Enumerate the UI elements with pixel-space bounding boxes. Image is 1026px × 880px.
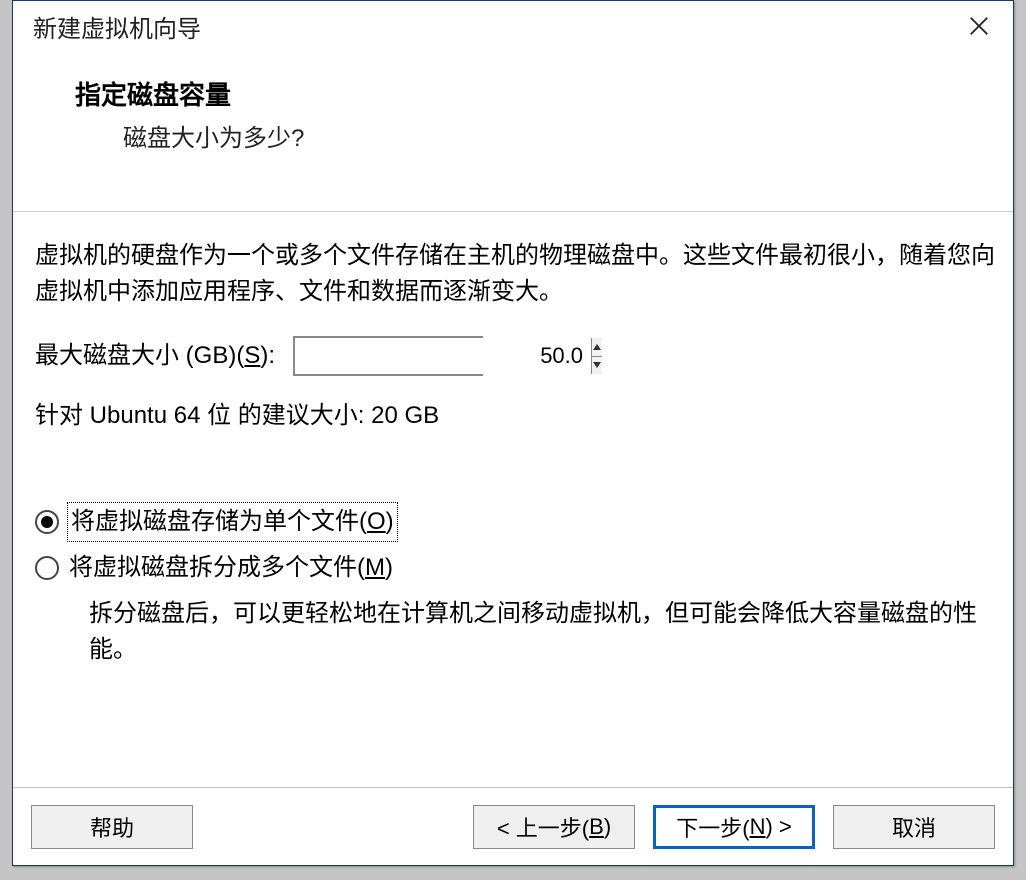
disk-store-radio-group: 将虚拟磁盘存储为单个文件(O) 将虚拟磁盘拆分成多个文件(M) 拆分磁盘后，可以… (35, 504, 995, 668)
header-panel: 指定磁盘容量 磁盘大小为多少? (13, 51, 1013, 183)
close-button[interactable] (963, 10, 995, 42)
page-subheading: 磁盘大小为多少? (123, 118, 973, 153)
disk-size-input[interactable] (295, 338, 591, 374)
help-button[interactable]: 帮助 (31, 805, 193, 849)
radio-single-file[interactable] (35, 510, 59, 534)
radio-single-file-label[interactable]: 将虚拟磁盘存储为单个文件(O) (69, 504, 396, 540)
content-area: 虚拟机的硬盘作为一个或多个文件存储在主机的物理磁盘中。这些文件最初很小，随着您向… (13, 212, 1013, 787)
spinner-arrows (591, 338, 602, 374)
back-button[interactable]: < 上一步(B) (473, 805, 635, 849)
radio-split-files-label[interactable]: 将虚拟磁盘拆分成多个文件(M) (69, 550, 393, 586)
new-vm-wizard-dialog: 新建虚拟机向导 指定磁盘容量 磁盘大小为多少? 虚拟机的硬盘作为一个或多个文件存… (12, 0, 1014, 866)
spinner-down-button[interactable] (592, 357, 602, 375)
disk-description: 虚拟机的硬盘作为一个或多个文件存储在主机的物理磁盘中。这些文件最初很小，随着您向… (35, 238, 995, 310)
radio-row-single-file: 将虚拟磁盘存储为单个文件(O) (35, 504, 995, 540)
dialog-title: 新建虚拟机向导 (33, 9, 963, 44)
recommended-size-text: 针对 Ubuntu 64 位 的建议大小: 20 GB (35, 398, 995, 434)
page-heading: 指定磁盘容量 (75, 75, 973, 112)
split-description: 拆分磁盘后，可以更轻松地在计算机之间移动虚拟机，但可能会降低大容量磁盘的性能。 (89, 596, 995, 668)
next-button[interactable]: 下一步(N) > (653, 805, 815, 849)
radio-split-files[interactable] (35, 556, 59, 580)
titlebar: 新建虚拟机向导 (13, 1, 1013, 51)
button-bar: 帮助 < 上一步(B) 下一步(N) > 取消 (13, 787, 1013, 865)
spinner-up-button[interactable] (592, 338, 602, 357)
disk-size-row: 最大磁盘大小 (GB)(S): (35, 336, 995, 376)
disk-size-spinner (293, 336, 483, 376)
disk-size-label: 最大磁盘大小 (GB)(S): (35, 338, 275, 374)
chevron-up-icon (592, 343, 602, 351)
radio-row-split-files: 将虚拟磁盘拆分成多个文件(M) (35, 550, 995, 586)
close-icon (968, 15, 990, 37)
chevron-down-icon (592, 361, 602, 369)
cancel-button[interactable]: 取消 (833, 805, 995, 849)
